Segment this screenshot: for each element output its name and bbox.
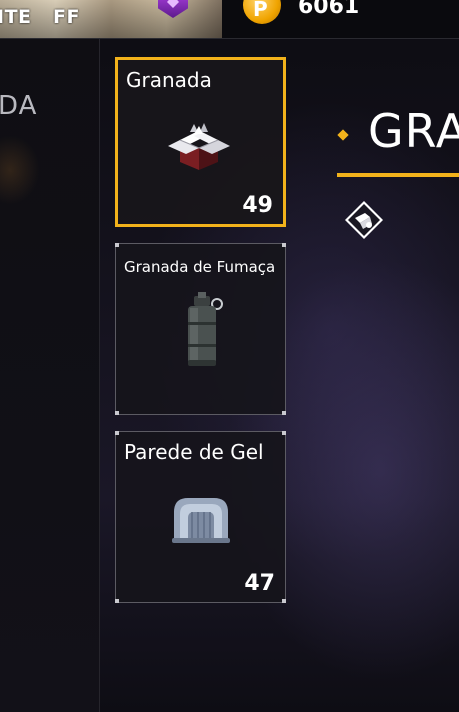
card-corner-mark (115, 243, 119, 247)
item-card-granada[interactable]: Granada 49 (115, 57, 286, 227)
card-corner-mark (115, 431, 119, 435)
banner-text-left: ITE (0, 6, 32, 28)
gel-wall-icon (172, 498, 230, 543)
card-corner-mark (282, 599, 286, 603)
gold-coin-icon: P (243, 0, 281, 24)
card-corner-mark (115, 599, 119, 603)
category-sidebar: DA (0, 39, 100, 712)
item-count: 49 (242, 193, 273, 218)
card-corner-mark (282, 411, 286, 415)
coin-balance: 6061 (298, 0, 360, 19)
item-count: 47 (244, 571, 275, 596)
card-corner-mark (282, 431, 286, 435)
smoke-grenade-icon (188, 292, 223, 366)
rank-badge-icon (158, 0, 188, 18)
banner-text-right: FF (53, 6, 80, 28)
title-underline (337, 173, 459, 177)
item-card-granada-de-fumaca[interactable]: Granada de Fumaça (115, 243, 286, 415)
card-corner-mark (115, 411, 119, 415)
top-bar: ITE FF P 6061 (0, 0, 459, 39)
category-label[interactable]: DA (0, 91, 37, 121)
card-corner-mark (282, 243, 286, 247)
event-banner[interactable]: ITE FF (0, 0, 222, 38)
coin-symbol: P (253, 0, 268, 21)
item-name: Granada de Fumaça (124, 258, 276, 276)
item-detail-title: GRA (368, 104, 459, 158)
item-name: Parede de Gel (124, 440, 264, 464)
grenade-crate-icon (168, 123, 230, 170)
item-card-parede-de-gel[interactable]: Parede de Gel 47 (115, 431, 286, 603)
selection-glow (0, 135, 40, 205)
item-name: Granada (126, 68, 212, 92)
throwable-type-icon (345, 201, 383, 239)
